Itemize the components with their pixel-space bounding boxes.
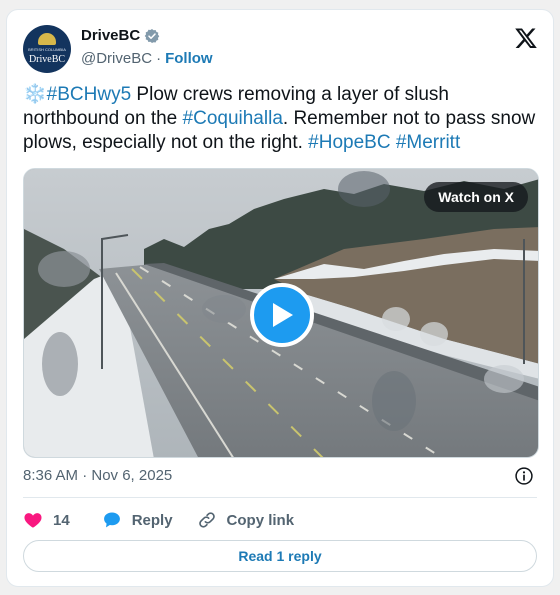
divider bbox=[23, 497, 537, 498]
avatar-mark: DriveBC bbox=[28, 54, 66, 65]
like-count: 14 bbox=[53, 511, 70, 529]
x-logo-icon[interactable] bbox=[514, 26, 538, 50]
snowflake-emoji: ❄️ bbox=[23, 84, 47, 105]
info-icon[interactable] bbox=[514, 466, 534, 486]
hashtag-hopebc[interactable]: #HopeBC bbox=[308, 132, 390, 153]
hashtag-bchwy5[interactable]: #BCHwy5 bbox=[47, 84, 131, 105]
follow-button[interactable]: Follow bbox=[165, 50, 213, 67]
copy-link-label: Copy link bbox=[226, 511, 295, 529]
link-icon bbox=[198, 512, 215, 528]
play-button[interactable] bbox=[250, 283, 314, 347]
copy-link-button[interactable]: Copy link bbox=[197, 510, 295, 530]
reply-button[interactable]: Reply bbox=[102, 510, 173, 530]
read-reply-button[interactable]: Read 1 reply bbox=[23, 540, 537, 572]
tweet-embed-card: BRITISH COLUMBIA DriveBC DriveBC @DriveB… bbox=[6, 9, 554, 587]
verified-badge-icon bbox=[144, 28, 160, 43]
watch-on-x-button[interactable]: Watch on X bbox=[424, 182, 528, 212]
author-handle-row: @DriveBC · Follow bbox=[81, 50, 213, 67]
author-handle[interactable]: @DriveBC bbox=[81, 50, 152, 67]
author-name-row: DriveBC bbox=[81, 27, 160, 44]
avatar[interactable]: BRITISH COLUMBIA DriveBC bbox=[23, 25, 71, 73]
hashtag-merritt[interactable]: #Merritt bbox=[396, 132, 460, 153]
like-button[interactable]: 14 bbox=[23, 510, 70, 530]
tweet-timestamp[interactable]: 8:36 AM · Nov 6, 2025 bbox=[23, 467, 172, 484]
tweet-text: ❄️#BCHwy5 Plow crews removing a layer of… bbox=[23, 83, 543, 155]
hashtag-coquihalla[interactable]: #Coquihalla bbox=[183, 108, 283, 129]
separator-dot: · bbox=[156, 50, 162, 67]
reply-bubble-icon bbox=[103, 512, 120, 528]
video-media[interactable]: Watch on X bbox=[23, 168, 539, 458]
heart-icon bbox=[24, 513, 42, 528]
reply-label: Reply bbox=[131, 511, 173, 529]
author-display-name[interactable]: DriveBC bbox=[81, 27, 140, 44]
crest-icon bbox=[38, 33, 56, 45]
avatar-small-text: BRITISH COLUMBIA bbox=[28, 47, 66, 52]
play-icon bbox=[273, 303, 293, 327]
action-bar: 14 Reply Copy link bbox=[23, 508, 294, 532]
